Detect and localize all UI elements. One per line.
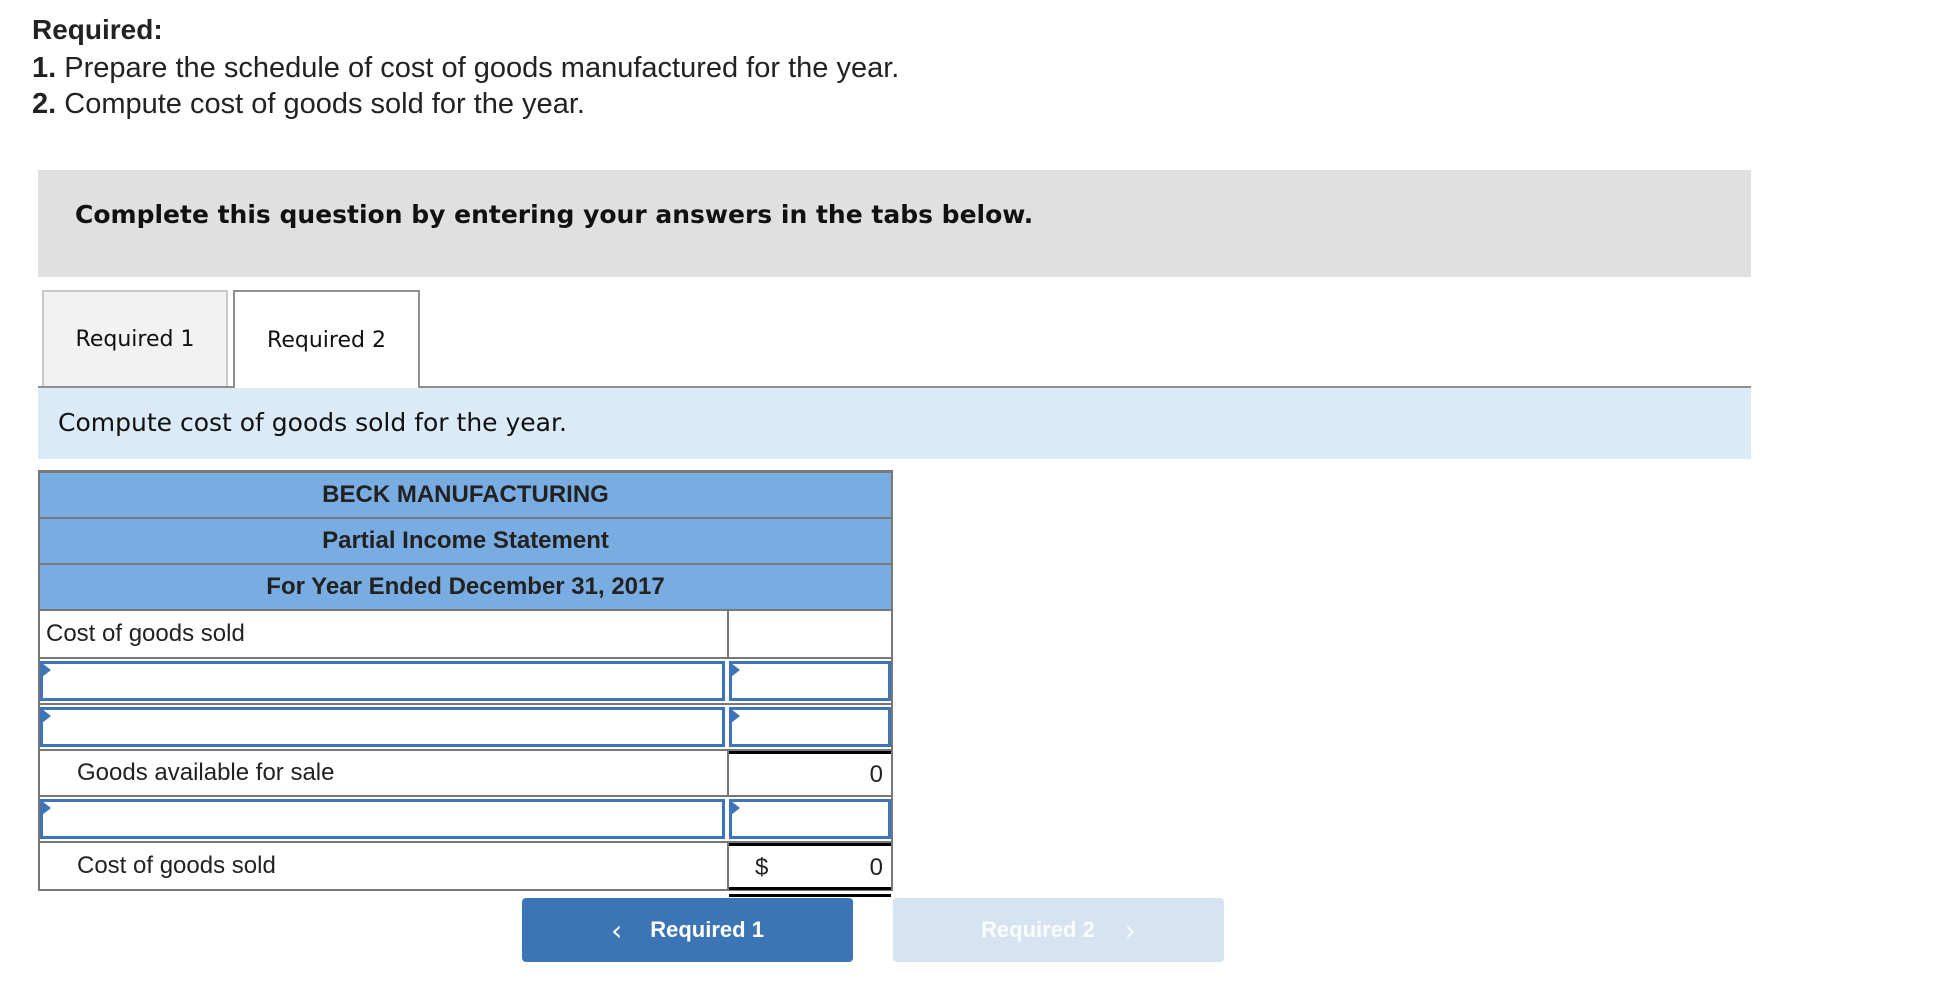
- company-name: BECK MANUFACTURING: [38, 470, 893, 517]
- prev-button-label: Required 1: [650, 917, 764, 942]
- next-required-button[interactable]: Required 2 ›: [893, 898, 1224, 962]
- row-value: [729, 611, 891, 657]
- table-row-cost-of-goods-sold: Cost of goods sold $ 0: [38, 841, 893, 897]
- dropdown-flag-icon: [42, 801, 51, 815]
- row-amount-input[interactable]: [729, 661, 891, 701]
- chevron-left-icon: ‹: [611, 913, 623, 947]
- row-label: Cost of goods sold: [40, 843, 729, 889]
- row-label-input[interactable]: [40, 707, 725, 747]
- statement-period: For Year Ended December 31, 2017: [38, 563, 893, 609]
- prompt-text: Compute cost of goods sold for the year.: [58, 408, 567, 437]
- row-label-input[interactable]: [40, 661, 725, 701]
- table-row: [38, 795, 893, 841]
- double-underline: [729, 887, 891, 897]
- table-row-goods-available: Goods available for sale 0: [38, 749, 893, 795]
- row-label: Goods available for sale: [40, 751, 729, 795]
- row-amount-input[interactable]: [729, 799, 891, 839]
- statement-title: Partial Income Statement: [38, 517, 893, 563]
- required-item-1: 1. Prepare the schedule of cost of goods…: [32, 52, 899, 85]
- currency-symbol: $: [755, 853, 769, 881]
- required-item-number: 2.: [32, 88, 57, 120]
- dropdown-flag-icon: [731, 709, 740, 723]
- dropdown-flag-icon: [731, 663, 740, 677]
- instructions-banner: Complete this question by entering your …: [38, 170, 1751, 277]
- tab-required-2[interactable]: Required 2: [233, 290, 420, 389]
- income-statement-table: BECK MANUFACTURING Partial Income Statem…: [38, 470, 893, 897]
- question-prompt: Compute cost of goods sold for the year.: [38, 388, 1751, 459]
- table-row: Cost of goods sold: [38, 609, 893, 657]
- dropdown-flag-icon: [42, 663, 51, 677]
- required-heading: Required:: [32, 14, 163, 45]
- required-item-number: 1.: [32, 52, 57, 84]
- dropdown-flag-icon: [42, 709, 51, 723]
- dropdown-flag-icon: [731, 801, 740, 815]
- chevron-right-icon: ›: [1124, 913, 1136, 947]
- row-value: 0: [729, 751, 891, 795]
- instructions-text: Complete this question by entering your …: [75, 200, 1034, 229]
- tab-required-1[interactable]: Required 1: [42, 290, 228, 386]
- row-label: Cost of goods sold: [40, 611, 729, 657]
- required-item-text: Prepare the schedule of cost of goods ma…: [64, 52, 900, 84]
- required-item-2: 2. Compute cost of goods sold for the ye…: [32, 88, 585, 121]
- table-row: [38, 703, 893, 749]
- row-label-input[interactable]: [40, 799, 725, 839]
- table-row: [38, 657, 893, 703]
- row-value-cell: $ 0: [729, 843, 891, 897]
- required-item-text: Compute cost of goods sold for the year.: [64, 88, 585, 120]
- row-value: 0: [869, 853, 883, 881]
- prev-required-button[interactable]: ‹ Required 1: [522, 898, 853, 962]
- next-button-label: Required 2: [981, 917, 1095, 942]
- row-amount-input[interactable]: [729, 707, 891, 747]
